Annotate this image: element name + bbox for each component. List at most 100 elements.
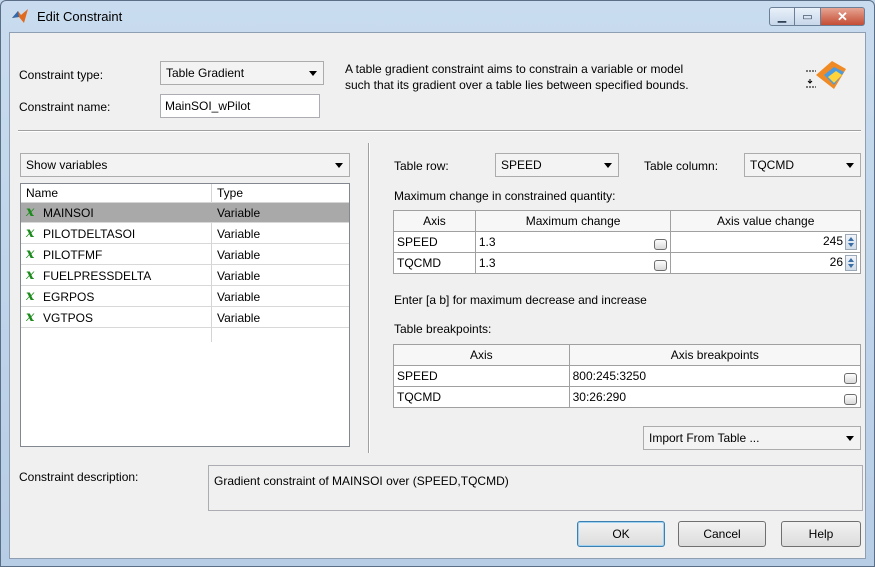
edit-constraint-window: Edit Constraint ▁ ▭ ✕ Constraint type: T…: [0, 0, 875, 567]
max-change-table: Axis Maximum change Axis value change SP…: [393, 210, 861, 274]
matlab-app-icon: [12, 9, 28, 23]
table-row-value: SPEED: [501, 158, 542, 172]
cancel-button[interactable]: Cancel: [678, 521, 766, 547]
variable-name: MAINSOI: [43, 206, 94, 220]
chevron-down-icon: [604, 163, 612, 168]
axis-cell: SPEED: [393, 365, 570, 387]
breakpoints-cell[interactable]: 30:26:290: [568, 386, 862, 408]
variable-name: FUELPRESSDELTA: [43, 269, 152, 283]
variable-row-fuelpressdelta[interactable]: x FUELPRESSDELTA Variable: [21, 266, 349, 286]
variable-icon: x: [26, 204, 35, 220]
spinner-icon[interactable]: [845, 234, 857, 250]
constraint-description-field[interactable]: Gradient constraint of MAINSOI over (SPE…: [208, 465, 863, 511]
axis-value-change-cell[interactable]: 26: [670, 252, 861, 274]
chevron-down-icon: [335, 163, 343, 168]
variable-row-pilotdeltasoi[interactable]: x PILOTDELTASOI Variable: [21, 224, 349, 244]
column-header-type[interactable]: Type: [217, 186, 243, 200]
maximize-button[interactable]: ▭: [795, 7, 821, 26]
axis-value-change-cell[interactable]: 245: [670, 231, 861, 253]
breakpoints-value[interactable]: 30:26:290: [573, 390, 626, 404]
max-change-cell[interactable]: 1.3: [474, 252, 672, 274]
description-line-2: such that its gradient over a table lies…: [345, 78, 689, 92]
minimize-icon: ▁: [777, 11, 787, 23]
variable-list[interactable]: Name Type x MAINSOI Variable x PILOTDELT…: [20, 183, 350, 447]
constraint-type-dropdown[interactable]: Table Gradient: [160, 61, 324, 85]
spinner-icon[interactable]: [845, 255, 857, 271]
table-gradient-icon: [806, 61, 846, 89]
table-row-dropdown[interactable]: SPEED: [495, 153, 619, 177]
ok-button[interactable]: OK: [577, 521, 665, 547]
variable-name: PILOTDELTASOI: [43, 227, 136, 241]
chevron-down-icon: [309, 71, 317, 76]
variable-row-pilotfmf[interactable]: x PILOTFMF Variable: [21, 245, 349, 265]
edit-cell-icon[interactable]: [844, 393, 857, 405]
axis-cell: TQCMD: [393, 386, 570, 408]
edit-cell-icon[interactable]: [654, 238, 668, 250]
variables-filter-value: Show variables: [26, 158, 108, 172]
variable-row-vgtpos[interactable]: x VGTPOS Variable: [21, 308, 349, 328]
panel-separator: [368, 143, 370, 453]
column-header-axis-breakpoints: Axis breakpoints: [568, 344, 862, 366]
column-header-axis: Axis: [393, 210, 476, 232]
variable-icon: x: [26, 309, 35, 325]
column-header-axis: Axis: [393, 344, 570, 366]
edit-cell-icon[interactable]: [844, 372, 857, 384]
constraint-type-label: Constraint type:: [19, 68, 104, 82]
breakpoints-label: Table breakpoints:: [394, 322, 492, 336]
maximize-icon: ▭: [802, 11, 813, 23]
chevron-down-icon: [846, 163, 854, 168]
table-row: SPEED 1.3 245: [393, 231, 861, 253]
axis-value-change-value[interactable]: 245: [823, 234, 843, 248]
column-header-name[interactable]: Name: [26, 186, 58, 200]
max-change-label: Maximum change in constrained quantity:: [394, 189, 616, 203]
table-column-value: TQCMD: [750, 158, 794, 172]
max-change-cell[interactable]: 1.3: [474, 231, 672, 253]
hint-text: Enter [a b] for maximum decrease and inc…: [394, 293, 647, 307]
chevron-down-icon: [846, 436, 854, 441]
variable-icon: x: [26, 267, 35, 283]
variable-name: PILOTFMF: [43, 248, 103, 262]
constraint-name-label: Constraint name:: [19, 100, 111, 114]
constraint-type-value: Table Gradient: [166, 66, 245, 80]
variable-list-header: Name Type: [21, 184, 349, 203]
table-column-dropdown[interactable]: TQCMD: [744, 153, 861, 177]
variable-type: Variable: [217, 227, 261, 241]
max-change-value[interactable]: 1.3: [479, 235, 496, 249]
axis-cell: TQCMD: [393, 252, 476, 274]
column-header-max-change: Maximum change: [474, 210, 672, 232]
title-bar[interactable]: Edit Constraint ▁ ▭ ✕: [1, 1, 874, 31]
variable-type: Variable: [217, 206, 261, 220]
max-change-value[interactable]: 1.3: [479, 256, 496, 270]
minimize-button[interactable]: ▁: [769, 7, 795, 26]
table-header-row: Axis Axis breakpoints: [393, 344, 862, 366]
variable-name: EGRPOS: [43, 290, 95, 304]
description-line-1: A table gradient constraint aims to cons…: [345, 62, 684, 76]
table-row-label: Table row:: [394, 159, 449, 173]
variables-filter-dropdown[interactable]: Show variables: [20, 153, 350, 177]
close-button[interactable]: ✕: [821, 7, 865, 26]
axis-cell: SPEED: [393, 231, 476, 253]
variable-type: Variable: [217, 290, 261, 304]
constraint-description-label: Constraint description:: [19, 470, 139, 484]
import-from-table-dropdown[interactable]: Import From Table ...: [643, 426, 861, 450]
constraint-type-description: A table gradient constraint aims to cons…: [345, 61, 689, 93]
breakpoints-cell[interactable]: 800:245:3250: [568, 365, 862, 387]
breakpoints-table: Axis Axis breakpoints SPEED 800:245:3250…: [393, 344, 862, 408]
axis-value-change-value[interactable]: 26: [830, 255, 843, 269]
variable-row-egrpos[interactable]: x EGRPOS Variable: [21, 287, 349, 307]
close-icon: ✕: [837, 8, 848, 24]
variable-row-mainsoi[interactable]: x MAINSOI Variable: [21, 203, 349, 223]
variable-type: Variable: [217, 248, 261, 262]
table-header-row: Axis Maximum change Axis value change: [393, 210, 861, 232]
table-column-label: Table column:: [644, 159, 719, 173]
help-button[interactable]: Help: [781, 521, 861, 547]
edit-cell-icon[interactable]: [654, 259, 668, 271]
table-row: TQCMD 1.3 26: [393, 252, 861, 274]
variable-name: VGTPOS: [43, 311, 94, 325]
breakpoints-value[interactable]: 800:245:3250: [573, 369, 646, 383]
column-header-axis-value-change: Axis value change: [670, 210, 861, 232]
variable-icon: x: [26, 246, 35, 262]
constraint-name-input[interactable]: MainSOI_wPilot: [160, 94, 320, 118]
window-title: Edit Constraint: [37, 9, 123, 24]
variable-icon: x: [26, 225, 35, 241]
